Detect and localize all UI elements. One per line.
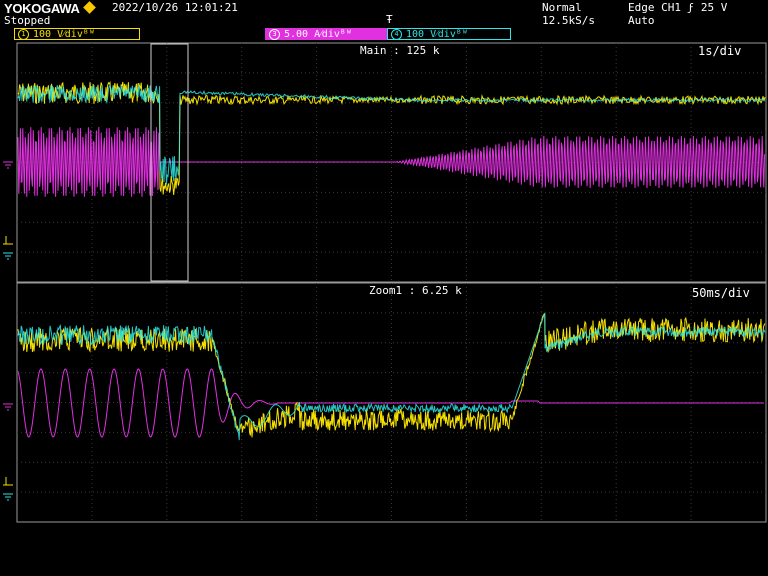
main-timebase[interactable]: 1s/div (698, 44, 741, 58)
ground-markers (3, 161, 13, 501)
zoom-timebase[interactable]: 50ms/div (692, 286, 750, 300)
ch4-ground-icon-zoom (3, 493, 13, 501)
ch3-ground-icon (3, 161, 13, 169)
ch4-ground-icon (3, 252, 13, 260)
ch1-ground-icon-zoom (3, 477, 13, 486)
ch1-ground-icon (3, 236, 13, 245)
zoom-panel-title: Zoom1 : 6.25 k (369, 284, 462, 297)
ch3-ground-icon-zoom (3, 403, 13, 411)
main-panel-title: Main : 125 k (360, 44, 440, 57)
ch3-main-trace (17, 127, 766, 197)
graticule (16, 42, 767, 523)
